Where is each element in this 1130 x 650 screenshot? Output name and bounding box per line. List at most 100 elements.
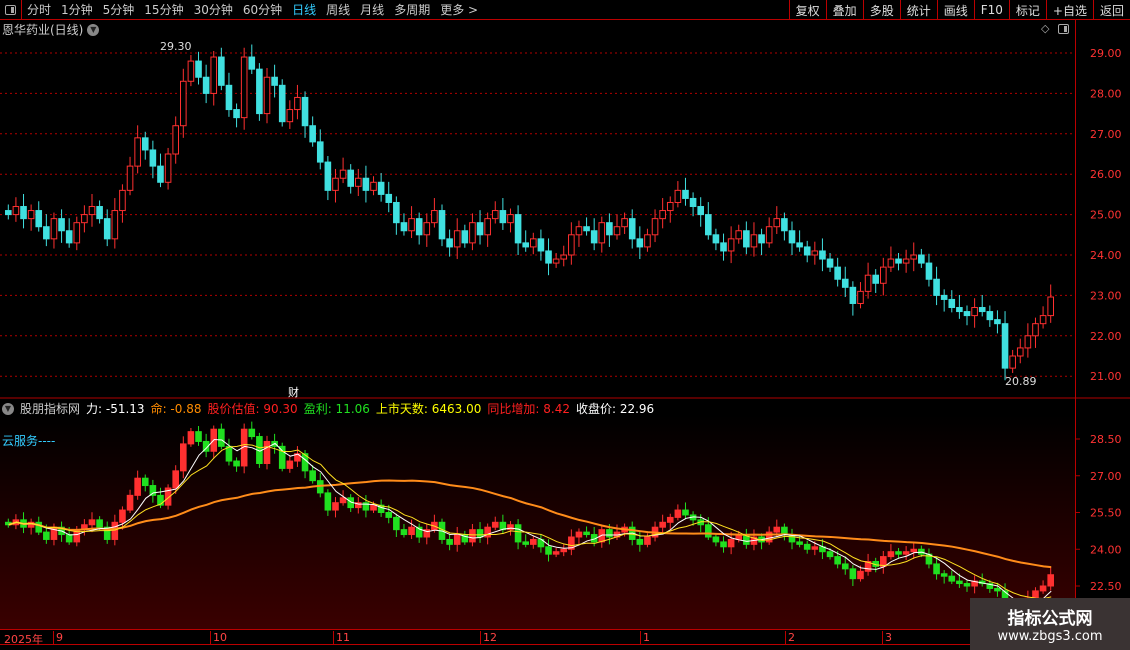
candle-body-upper xyxy=(332,177,339,191)
candle-body-upper xyxy=(431,210,438,224)
candle-body-upper xyxy=(552,258,560,264)
candle-body-lower xyxy=(119,509,126,523)
candle-body-lower xyxy=(712,536,720,543)
candle-body-upper xyxy=(324,161,332,191)
candle-body-upper xyxy=(187,60,195,82)
indicator-panel-bg xyxy=(0,415,1075,629)
candle-body-lower xyxy=(195,431,202,442)
candle-body-upper xyxy=(514,214,522,244)
candle-body-lower xyxy=(134,477,141,496)
candle-body-upper xyxy=(96,206,103,220)
candle-body-upper xyxy=(355,177,362,187)
candle-body-upper xyxy=(864,274,872,292)
chevron-down-icon[interactable]: ▼ xyxy=(2,402,14,415)
candle-body-upper xyxy=(674,189,682,203)
candle-body-upper xyxy=(872,274,879,284)
candle-body-upper xyxy=(1032,323,1039,337)
candle-body-upper xyxy=(134,137,141,167)
candle-body-lower xyxy=(834,556,841,565)
candle-body-lower xyxy=(491,521,499,528)
candle-body-lower xyxy=(530,538,537,545)
indicator-tick: 25.50 xyxy=(1090,507,1122,520)
candle-body-lower xyxy=(446,538,453,545)
candle-body-upper xyxy=(362,177,370,191)
finance-marker[interactable]: 财 xyxy=(288,385,299,399)
candle-body-upper xyxy=(1001,323,1009,369)
price-tick: 21.00 xyxy=(1090,370,1122,383)
candle-body-upper xyxy=(895,258,902,264)
candle-body-lower xyxy=(111,521,119,540)
candle-body-lower xyxy=(773,526,781,533)
candle-body-lower xyxy=(849,568,857,580)
candle-body-upper xyxy=(803,246,811,256)
indicator-value: 上市天数: 6463.00 xyxy=(375,402,482,416)
candle-body-upper xyxy=(666,201,674,212)
date-tick: 10 xyxy=(210,631,227,644)
candle-body-upper xyxy=(126,165,134,191)
candle-body-upper xyxy=(956,307,963,313)
candle-body-upper xyxy=(423,222,431,236)
chevron-down-icon[interactable]: ▼ xyxy=(87,23,100,36)
candle-body-upper xyxy=(149,149,157,167)
indicator-value: 同比增加: 8.42 xyxy=(487,402,570,416)
candle-body-upper xyxy=(393,201,400,224)
candle-body-lower xyxy=(963,583,971,587)
candle-body-lower xyxy=(126,494,134,511)
candle-body-upper xyxy=(986,311,994,321)
candle-body-upper xyxy=(1039,315,1047,325)
date-tick: 12 xyxy=(480,631,497,644)
candle-body-lower xyxy=(720,541,727,548)
indicator-tick: 27.00 xyxy=(1090,470,1122,483)
date-axis: 2025年 9 10 11 12 1 2 3 xyxy=(0,629,1075,646)
candle-body-upper xyxy=(58,218,65,232)
panel-icon[interactable] xyxy=(1058,24,1069,34)
candle-body-upper xyxy=(469,222,476,244)
candle-body-upper xyxy=(811,250,819,256)
candle-body-upper xyxy=(628,218,636,240)
candle-body-upper xyxy=(111,210,119,240)
candle-body-lower xyxy=(575,531,583,538)
candle-body-upper xyxy=(103,218,111,240)
candle-body-lower xyxy=(469,529,476,543)
candle-body-upper xyxy=(248,56,256,70)
candle-body-upper xyxy=(781,218,788,232)
candle-body-lower xyxy=(994,587,1001,592)
price-tick: 27.00 xyxy=(1090,128,1122,141)
candle-body-lower xyxy=(332,502,339,511)
candle-body-upper xyxy=(438,210,446,240)
candle-body-upper xyxy=(819,250,826,260)
indicator-value: 盈利: 11.06 xyxy=(303,402,370,416)
indicator-tick: 24.00 xyxy=(1090,543,1122,556)
indicator-header: ▼ 股朋指标网 力: -51.13 命: -0.88 股价估值: 90.30 盈利: … xyxy=(2,400,654,417)
candle-body-upper xyxy=(65,230,73,244)
date-tick: 3 xyxy=(882,631,892,644)
candle-body-lower xyxy=(796,541,803,545)
candle-body-upper xyxy=(408,218,415,232)
kline-chart[interactable]: 29.00 28.00 27.00 26.00 25.00 24.00 23.00 22.00… xyxy=(0,0,1130,650)
diamond-icon[interactable]: ◇ xyxy=(1041,22,1049,35)
candle-body-upper xyxy=(12,206,20,216)
candle-body-upper xyxy=(1016,347,1024,357)
candle-body-upper xyxy=(933,278,940,296)
indicator-tick: 28.50 xyxy=(1090,433,1122,446)
watermark-logo: 指标公式网 www.zbgs3.com xyxy=(970,598,1130,650)
watermark-name: 指标公式网 xyxy=(1007,609,1093,629)
price-axis-divider xyxy=(1075,20,1076,630)
candle-body-upper xyxy=(887,258,895,268)
candle-body-upper xyxy=(636,238,644,248)
candle-body-upper xyxy=(27,210,35,220)
candle-body-lower xyxy=(636,538,644,545)
candle-body-upper xyxy=(568,234,575,256)
candle-body-lower xyxy=(940,573,948,577)
candle-body-lower xyxy=(674,509,682,518)
candle-body-upper xyxy=(400,222,408,232)
candle-body-upper xyxy=(994,319,1001,325)
candle-body-lower xyxy=(956,580,963,585)
candle-body-upper xyxy=(415,218,423,236)
high-price-label: 29.30 xyxy=(160,40,192,53)
candle-body-upper xyxy=(164,153,172,183)
candle-body-upper xyxy=(880,266,887,284)
candle-body-upper xyxy=(590,230,598,244)
candle-body-upper xyxy=(446,238,453,248)
candle-body-upper xyxy=(834,266,841,280)
